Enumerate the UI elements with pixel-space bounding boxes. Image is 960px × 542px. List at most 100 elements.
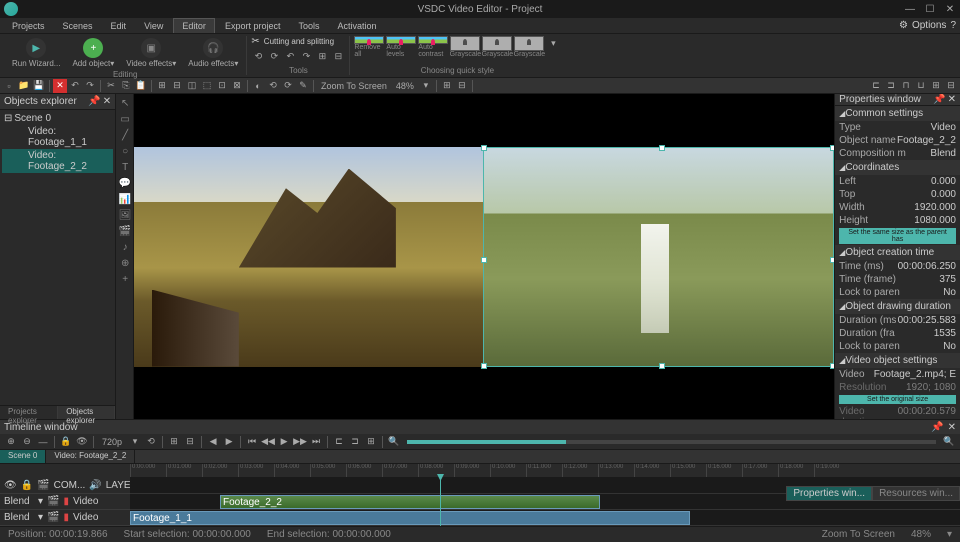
menu-edit[interactable]: Edit — [103, 19, 135, 33]
vtool-image[interactable]: 🖼 — [118, 208, 132, 222]
zoom-dropdown-icon[interactable]: ▾ — [947, 529, 952, 540]
tool-btn[interactable]: ↷ — [299, 49, 313, 63]
tb-open[interactable]: 📁 — [17, 79, 31, 93]
tool-btn[interactable]: ⟲ — [251, 49, 265, 63]
close-panel-icon[interactable]: ✕ — [948, 94, 956, 105]
tree-scene[interactable]: ⊟Scene 0 — [2, 112, 113, 125]
menu-tools[interactable]: Tools — [290, 19, 327, 33]
close-button[interactable]: ✕ — [944, 3, 956, 15]
tl-btn[interactable]: ⊐ — [348, 435, 362, 449]
style-grayscale[interactable]: Grayscale — [450, 36, 480, 58]
tb-btn[interactable]: ⊞ — [440, 79, 454, 93]
vtool-add[interactable]: + — [118, 272, 132, 286]
tl-btn[interactable]: ▾ — [128, 435, 142, 449]
pin-icon[interactable]: 📌 — [88, 96, 100, 107]
tab-projects-explorer[interactable]: Projects explorer — [0, 406, 58, 419]
tl-btn[interactable]: 👁 — [75, 435, 89, 449]
tool-btn[interactable]: ⊞ — [315, 49, 329, 63]
tb-btn[interactable]: ◐ — [251, 79, 265, 93]
tool-btn[interactable]: ⟳ — [267, 49, 281, 63]
vtool-rect[interactable]: ▭ — [118, 112, 132, 126]
align-btn[interactable]: ⊐ — [884, 79, 898, 93]
vtool-ellipse[interactable]: ○ — [118, 144, 132, 158]
section-video-obj[interactable]: ◢ Video object settings — [835, 353, 960, 368]
video-effects-button[interactable]: ▣Video effects▾ — [122, 36, 180, 70]
align-btn[interactable]: ⊔ — [914, 79, 928, 93]
section-coords[interactable]: ◢ Coordinates — [835, 160, 960, 175]
align-btn[interactable]: ⊓ — [899, 79, 913, 93]
zoom-dropdown[interactable]: ▾ — [419, 79, 433, 93]
tb-btn[interactable]: ◫ — [185, 79, 199, 93]
tb-redo[interactable]: ↷ — [83, 79, 97, 93]
tl-btn[interactable]: ⊕ — [4, 435, 18, 449]
track-header[interactable]: 👁🔒🎬COM...🔊LAYERS — [0, 478, 130, 494]
tl-btn[interactable]: ⊏ — [332, 435, 346, 449]
menu-view[interactable]: View — [136, 19, 171, 33]
style-grayscale[interactable]: Grayscale — [482, 36, 512, 58]
minimize-button[interactable]: — — [904, 3, 916, 15]
clip-footage2[interactable]: Footage_2_2 — [220, 495, 600, 509]
zoom-label[interactable]: Zoom To Screen — [317, 81, 391, 91]
style-more[interactable]: ▾ — [546, 36, 560, 50]
tb-btn[interactable]: ⟳ — [281, 79, 295, 93]
tb-undo[interactable]: ↶ — [68, 79, 82, 93]
add-object-button[interactable]: +Add object▾ — [68, 36, 118, 70]
style-grayscale[interactable]: Grayscale — [514, 36, 544, 58]
tree-item-footage1[interactable]: Video: Footage_1_1 — [2, 125, 113, 149]
vtool-text[interactable]: T — [118, 160, 132, 174]
section-common[interactable]: ◢ Common settings — [835, 106, 960, 121]
audio-effects-button[interactable]: 🎧Audio effects▾ — [184, 36, 242, 70]
close-panel-icon[interactable]: ✕ — [948, 422, 956, 433]
tl-btn[interactable]: ⟲ — [144, 435, 158, 449]
vtool-tooltip[interactable]: 💬 — [118, 176, 132, 190]
tool-btn[interactable]: ↶ — [283, 49, 297, 63]
tb-btn[interactable]: ⟲ — [266, 79, 280, 93]
scene-tab-2[interactable]: Video: Footage_2_2 — [46, 450, 135, 463]
close-panel-icon[interactable]: ✕ — [103, 96, 111, 107]
track-label[interactable]: Blend▾🎬▮Video — [0, 494, 130, 510]
help-icon[interactable]: ? — [950, 20, 956, 31]
vtool-chart[interactable]: 📊 — [118, 192, 132, 206]
tl-btn[interactable]: ◀ — [206, 435, 220, 449]
tl-btn[interactable]: ⊟ — [183, 435, 197, 449]
tl-play[interactable]: ▶ — [277, 435, 291, 449]
menu-export[interactable]: Export project — [217, 19, 289, 33]
tree-item-footage2[interactable]: Video: Footage_2_2 — [2, 149, 113, 173]
btn-orig-size[interactable]: Set the original size — [839, 395, 956, 404]
tl-fwd[interactable]: ▶▶ — [293, 435, 307, 449]
tl-btn[interactable]: ▶ — [222, 435, 236, 449]
btn-same-size[interactable]: Set the same size as the parent has — [839, 228, 956, 244]
menu-projects[interactable]: Projects — [4, 19, 53, 33]
video-preview-1[interactable] — [134, 147, 483, 367]
style-auto-contrast[interactable]: Auto contrast — [418, 36, 448, 58]
scene-tab[interactable]: Scene 0 — [0, 450, 46, 463]
clip-footage1[interactable]: Footage_1_1 — [130, 511, 690, 525]
video-preview-2[interactable] — [483, 147, 834, 367]
section-obj-draw[interactable]: ◢ Object drawing duration — [835, 299, 960, 314]
tb-btn[interactable]: ✎ — [296, 79, 310, 93]
run-wizard-button[interactable]: ▶Run Wizard... — [8, 36, 64, 70]
pin-icon[interactable]: 📌 — [933, 94, 945, 105]
pin-icon[interactable]: 📌 — [931, 422, 943, 433]
tl-btn[interactable]: ⊖ — [20, 435, 34, 449]
menu-editor[interactable]: Editor — [173, 18, 215, 33]
tool-btn[interactable]: ⊟ — [331, 49, 345, 63]
tl-back[interactable]: ◀◀ — [261, 435, 275, 449]
timeline-ruler[interactable]: 0:00.0000:01.0000:02.0000:03.0000:04.000… — [130, 464, 960, 478]
align-btn[interactable]: ⊏ — [869, 79, 883, 93]
menu-scenes[interactable]: Scenes — [55, 19, 101, 33]
tl-btn[interactable]: ⊞ — [167, 435, 181, 449]
tl-prev[interactable]: ⏮ — [245, 435, 259, 449]
tb-cut[interactable]: ✂ — [104, 79, 118, 93]
tl-btn[interactable]: 🔍 — [387, 435, 401, 449]
align-btn[interactable]: ⊟ — [944, 79, 958, 93]
vtool-counter[interactable]: ⊕ — [118, 256, 132, 270]
maximize-button[interactable]: ☐ — [924, 3, 936, 15]
tb-paste[interactable]: 📋 — [134, 79, 148, 93]
section-obj-create[interactable]: ◢ Object creation time — [835, 245, 960, 260]
tl-btn[interactable]: — — [36, 435, 50, 449]
tab-objects-explorer[interactable]: Objects explorer — [58, 406, 115, 419]
zoom-value[interactable]: 48% — [392, 81, 418, 91]
tl-btn[interactable]: ⊞ — [364, 435, 378, 449]
tl-btn[interactable]: 🔒 — [59, 435, 73, 449]
